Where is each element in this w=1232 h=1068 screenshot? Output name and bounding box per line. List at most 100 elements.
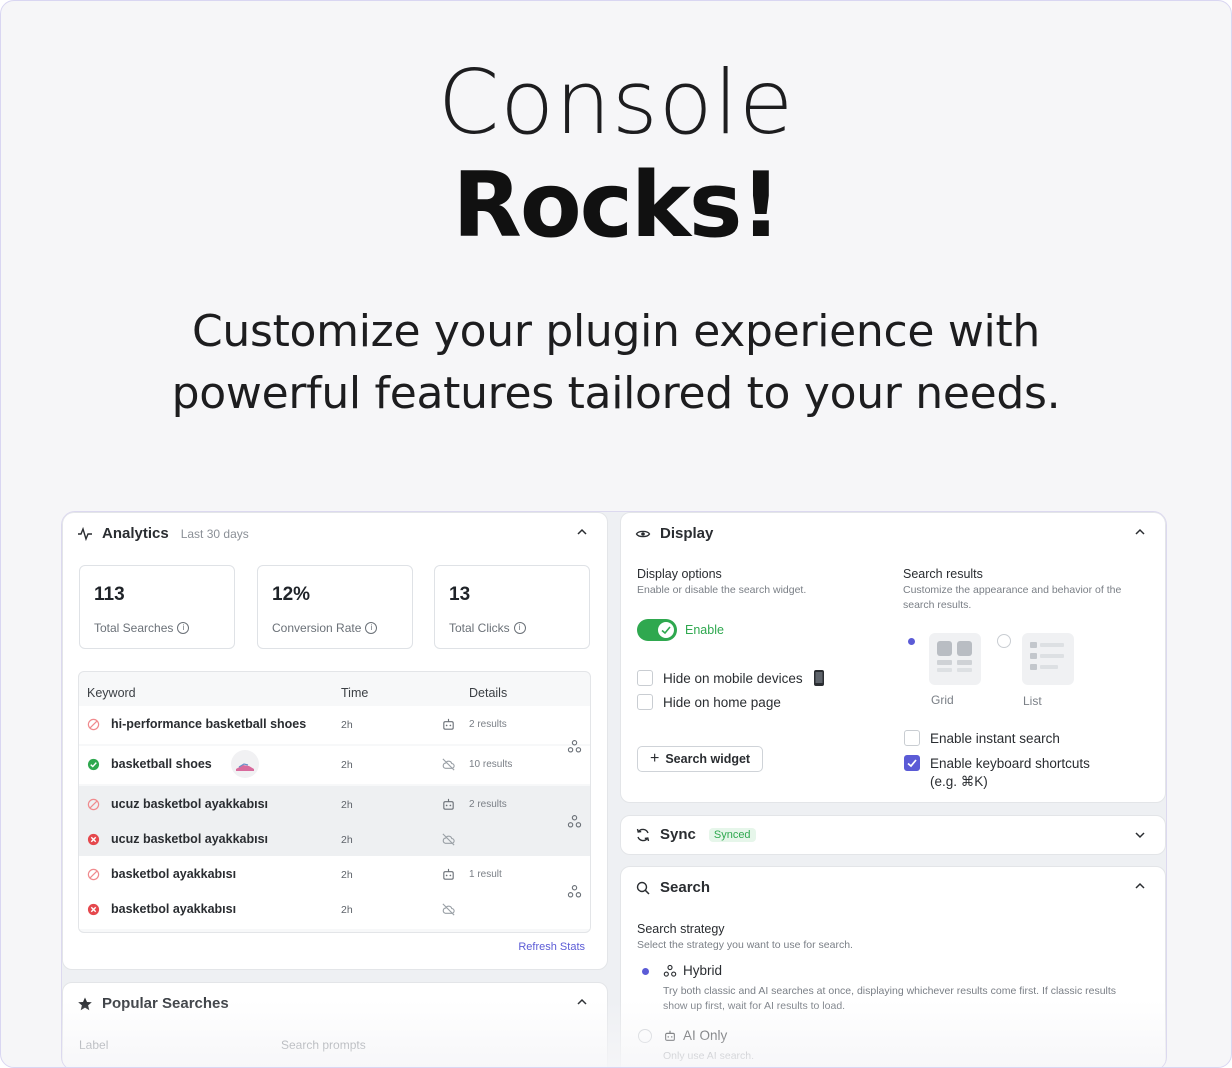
mobile-phone-icon [813,670,824,686]
hide-mobile-option[interactable]: Hide on mobile devices [637,669,825,687]
popular-searches-card: Popular Searches Label Search prompts [62,982,608,1067]
hybrid-label: Hybrid [683,963,723,978]
analytics-card: Analytics Last 30 days 113 Total Searche… [62,512,608,970]
refresh-stats-link[interactable]: Refresh Stats [518,941,585,953]
hybrid-desc-line-1: Try both classic and AI searches at once… [663,985,1117,997]
keyword: basketbol ayakkabısı [111,867,237,881]
hero-title-bold: Rocks! [452,153,782,258]
table-row[interactable]: hi-performance basketball shoes 2h 2 res… [79,706,590,744]
keyboard-shortcuts-checkbox[interactable] [904,755,920,771]
chevron-up-icon[interactable] [575,995,589,1009]
keyword: ucuz basketbol ayakkabısı [111,832,269,846]
enable-toggle[interactable] [637,619,677,641]
chevron-up-icon[interactable] [575,525,589,539]
analytics-period: Last 30 days [180,526,249,541]
instant-search-option[interactable]: Enable instant search [904,730,1060,746]
chevron-up-icon[interactable] [1133,879,1147,893]
details: 2 results [469,719,507,730]
hide-home-checkbox[interactable] [637,694,653,710]
list-layout-icon [1030,642,1064,670]
info-icon[interactable]: i [513,622,526,634]
sync-title: Sync [660,826,696,843]
stat-total-searches: 113 Total Searches i [79,565,235,649]
stat-label-wrap: Conversion Rate i [272,621,378,635]
column-header-details: Details [469,686,508,700]
grid-radio[interactable] [904,634,918,648]
cloud-off-icon [442,833,455,846]
list-radio[interactable] [997,634,1011,648]
time: 2h [341,799,353,811]
star-icon [78,997,92,1010]
hybrid-radio[interactable] [638,964,652,978]
hybrid-option[interactable]: Hybrid [663,963,722,978]
hide-home-option[interactable]: Hide on home page [637,694,781,710]
keyboard-shortcuts-option[interactable]: Enable keyboard shortcuts [904,755,1090,771]
details: 10 results [469,759,513,770]
info-icon[interactable]: i [177,622,190,634]
table-row[interactable]: ucuz basketbol ayakkabısı 2h [79,821,590,859]
shortcut-hint: (e.g. ⌘K) [930,774,988,789]
search-results-desc: Customize the appearance and behavior of… [903,583,1121,613]
table-row[interactable]: ucuz basketbol ayakkabısı 2h 2 results [79,786,590,824]
search-icon [636,881,650,895]
robot-icon [443,718,454,730]
enable-label: Enable [685,623,724,637]
check-circle-icon [87,758,100,771]
sync-header[interactable]: Sync Synced [635,826,756,843]
instant-search-label: Enable instant search [930,730,1060,746]
keyword: basketball shoes [111,757,212,771]
webhook-icon[interactable] [567,739,582,754]
info-icon[interactable]: i [365,622,378,634]
time: 2h [341,834,353,846]
hero-title-light: Console [437,51,795,154]
display-options-desc: Enable or disable the search widget. [637,584,807,596]
sync-card: Sync Synced [620,815,1166,855]
grid-layout-option[interactable] [929,633,981,685]
hide-mobile-checkbox[interactable] [637,670,653,686]
grid-label: Grid [931,693,954,707]
popular-searches-header[interactable]: Popular Searches [77,995,229,1012]
search-header[interactable]: Search [635,879,710,896]
ai-only-option[interactable]: AI Only [663,1028,727,1043]
keyword: hi-performance basketball shoes [111,717,307,731]
analytics-header[interactable]: Analytics Last 30 days [77,525,249,542]
list-layout-option[interactable] [1022,633,1074,685]
no-click-icon [87,798,100,811]
column-header-label: Label [79,1038,109,1052]
webhook-icon[interactable] [567,884,582,899]
webhook-icon[interactable] [567,814,582,829]
display-options-title: Display options [637,567,722,581]
stat-label: Total Searches [94,621,174,635]
chevron-up-icon[interactable] [1133,525,1147,539]
search-strategy-title: Search strategy [637,922,725,936]
check-icon [661,626,671,635]
stat-label-wrap: Total Searches i [94,621,190,635]
column-header-keyword: Keyword [87,686,136,700]
webhook-icon [663,964,677,977]
table-row[interactable]: basketbol ayakkabısı 2h 1 result [79,856,590,894]
stat-label: Conversion Rate [272,621,362,635]
time: 2h [341,904,353,916]
list-label: List [1023,694,1042,708]
table-row[interactable]: basketbol ayakkabısı 2h [79,891,590,929]
hero-subtitle-line-2: powerful features tailored to your needs… [171,368,1061,419]
instant-search-checkbox[interactable] [904,730,920,746]
chevron-down-icon[interactable] [1133,828,1147,842]
stat-conversion-rate: 12% Conversion Rate i [257,565,413,649]
stat-total-clicks: 13 Total Clicks i [434,565,590,649]
display-card: Display Display options Enable or disabl… [620,512,1166,803]
ai-only-radio[interactable] [638,1029,652,1043]
ai-only-desc: Only use AI search. [663,1050,755,1062]
search-results-desc-line-1: Customize the appearance and behavior of… [903,584,1122,596]
search-widget-button[interactable]: + Search widget [637,746,764,772]
display-header[interactable]: Display [635,525,713,542]
time: 2h [341,719,353,731]
console-screenshot: Analytics Last 30 days 113 Total Searche… [61,511,1167,1067]
stat-value: 113 [94,584,125,605]
table-row[interactable]: basketball shoes 2h 10 results [79,746,590,784]
no-click-icon [87,718,100,731]
x-circle-icon [87,833,100,846]
hide-mobile-label: Hide on mobile devices [663,670,803,686]
stat-label: Total Clicks [449,621,510,635]
toggle-knob [657,621,675,639]
